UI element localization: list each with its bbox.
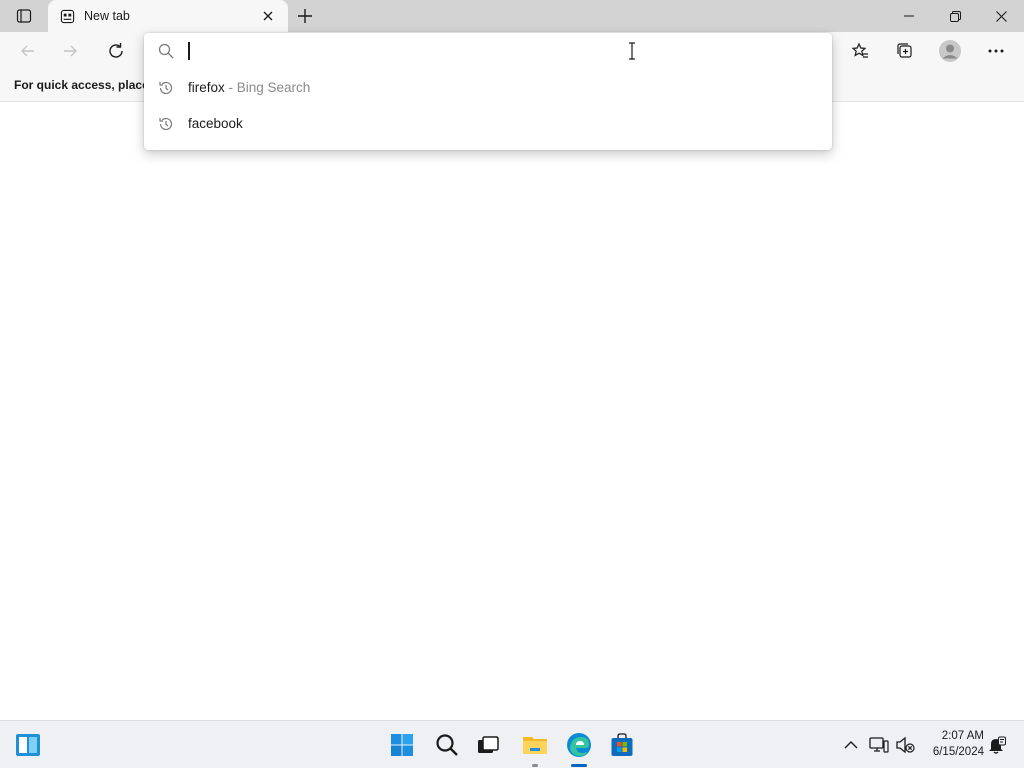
show-hidden-icons-icon (844, 741, 858, 749)
forward-button[interactable] (55, 36, 85, 66)
address-input[interactable] (186, 39, 806, 63)
favorites-bar-hint: For quick access, place y (14, 78, 159, 92)
address-bar[interactable] (144, 33, 832, 69)
close-window-button[interactable] (978, 0, 1024, 32)
store-button[interactable] (606, 729, 638, 761)
task-view-button[interactable] (472, 729, 504, 761)
tab-close-button[interactable] (258, 6, 278, 26)
tab-new-tab[interactable]: New tab (48, 0, 288, 32)
back-icon (21, 45, 34, 57)
start-icon (391, 734, 413, 756)
active-indicator (571, 764, 587, 767)
text-caret (188, 42, 190, 60)
volume-muted-icon (896, 736, 915, 754)
clock-date: 6/15/2024 (932, 746, 984, 758)
file-explorer-button[interactable] (519, 729, 551, 767)
restore-icon (949, 10, 961, 22)
suggestion-label: firefox - Bing Search (188, 80, 311, 95)
close-icon (263, 11, 273, 21)
suggestion-item[interactable]: firefox - Bing Search (144, 70, 832, 106)
restore-button[interactable] (932, 0, 978, 32)
search-button[interactable] (431, 729, 463, 761)
minimize-icon (904, 15, 914, 17)
new-tab-page-icon (58, 7, 76, 25)
widgets-icon (16, 734, 40, 756)
show-hidden-icons-button[interactable] (839, 733, 863, 757)
running-indicator (532, 764, 538, 767)
clock[interactable]: 2:07 AM 6/15/2024 (920, 728, 984, 760)
title-bar: New tab (0, 0, 1024, 32)
edge-button[interactable] (563, 729, 595, 767)
favorites-button[interactable] (845, 36, 875, 66)
page-content (0, 103, 1024, 720)
ibeam-cursor-icon (629, 42, 635, 60)
suggestion-item[interactable]: facebook (144, 106, 832, 142)
profile-icon (939, 40, 961, 62)
volume-button[interactable] (893, 733, 917, 757)
refresh-icon (109, 43, 123, 58)
search-icon (436, 734, 458, 756)
minimize-button[interactable] (886, 0, 932, 32)
refresh-button[interactable] (101, 36, 131, 66)
clock-time: 2:07 AM (941, 730, 984, 742)
back-button[interactable] (13, 36, 43, 66)
taskbar: 2:07 AM 6/15/2024 (0, 720, 1024, 768)
favorites-icon (851, 42, 868, 58)
forward-icon (64, 45, 77, 57)
history-icon (159, 81, 173, 95)
close-icon (995, 10, 1007, 22)
collections-icon (897, 43, 912, 58)
widgets-button[interactable] (12, 729, 44, 761)
suggestion-label: facebook (188, 116, 243, 131)
address-bar-dropdown: firefox - Bing Search facebook (144, 33, 832, 150)
search-icon (158, 43, 174, 59)
tab-title: New tab (84, 9, 130, 23)
settings-more-button[interactable] (981, 36, 1011, 66)
notification-button[interactable] (985, 733, 1009, 757)
history-icon (159, 117, 173, 131)
notification-icon (989, 736, 1006, 754)
tab-actions-icon (16, 9, 32, 23)
plus-icon (298, 9, 312, 23)
edge-icon (567, 733, 591, 757)
collections-button[interactable] (890, 36, 920, 66)
file-explorer-icon (523, 737, 547, 754)
network-button[interactable] (867, 733, 891, 757)
tab-actions-button[interactable] (8, 6, 40, 26)
more-icon (988, 49, 1004, 53)
start-button[interactable] (386, 729, 418, 761)
profile-button[interactable] (935, 36, 965, 66)
network-icon (869, 737, 889, 753)
store-icon (611, 733, 633, 756)
task-view-icon (478, 736, 499, 753)
new-tab-button[interactable] (294, 5, 316, 27)
